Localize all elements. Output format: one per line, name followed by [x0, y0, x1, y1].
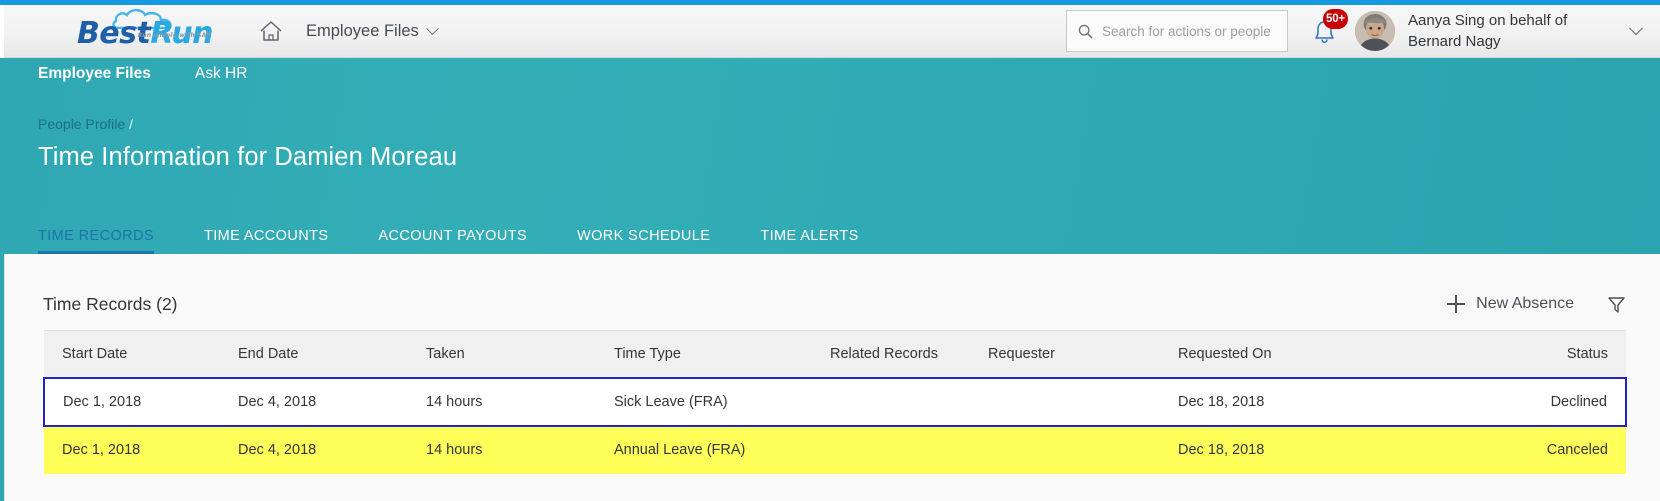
cell-end-date: Dec 4, 2018	[220, 376, 408, 427]
cell-related-records	[812, 376, 970, 427]
page-title: Time Information for Damien Moreau	[38, 143, 458, 171]
cell-status: Declined	[1392, 376, 1627, 427]
cell-time-type: Annual Leave (FRA)	[596, 425, 812, 474]
column-header-end-date[interactable]: End Date	[220, 330, 408, 378]
cell-status: Canceled	[1392, 425, 1626, 474]
notification-badge: 50+	[1323, 9, 1348, 29]
breadcrumb-people-profile[interactable]: People Profile	[38, 116, 125, 132]
tab-time-alerts[interactable]: TIME ALERTS	[760, 228, 858, 254]
tab-time-accounts[interactable]: TIME ACCOUNTS	[204, 228, 328, 254]
subnav-item-ask-hr[interactable]: Ask HR	[195, 65, 248, 83]
chevron-down-icon	[425, 21, 439, 35]
home-icon[interactable]	[258, 18, 284, 44]
table-header: Start Date End Date Taken Time Type Rela…	[44, 330, 1626, 378]
tab-work-schedule[interactable]: WORK SCHEDULE	[577, 228, 710, 254]
column-header-related-records[interactable]: Related Records	[812, 330, 970, 378]
cell-related-records	[812, 425, 970, 474]
sub-navigation: Employee Files Ask HR	[38, 65, 247, 83]
notifications-button[interactable]: 50+	[1309, 9, 1348, 48]
panel-header: Time Records (2) New Absence	[5, 278, 1660, 330]
search-box[interactable]	[1066, 10, 1288, 52]
filter-icon[interactable]	[1606, 294, 1626, 314]
cell-requested-on: Dec 18, 2018	[1160, 425, 1392, 474]
cell-requested-on: Dec 18, 2018	[1160, 376, 1392, 427]
user-menu-chevron-down-icon[interactable]	[1628, 21, 1644, 39]
new-absence-label: New Absence	[1476, 295, 1574, 312]
logo-tagline: Run simple with SAP	[137, 32, 212, 39]
table-body: Dec 1, 2018 Dec 4, 2018 14 hours Sick Le…	[43, 376, 1627, 474]
cell-start-date: Dec 1, 2018	[43, 376, 220, 427]
bestrun-logo[interactable]: BestRun Run simple with SAP	[70, 7, 220, 55]
shell-header: BestRun Run simple with SAP Employee Fil…	[4, 5, 1660, 58]
cell-taken: 14 hours	[408, 425, 596, 474]
app-menu-employee-files[interactable]: Employee Files	[306, 21, 439, 41]
breadcrumb: People Profile /	[38, 116, 133, 132]
search-input[interactable]	[1101, 23, 1276, 39]
column-header-status[interactable]: Status	[1392, 330, 1626, 378]
time-records-table: Start Date End Date Taken Time Type Rela…	[43, 330, 1627, 474]
tab-bar: TIME RECORDS TIME ACCOUNTS ACCOUNT PAYOU…	[38, 228, 909, 254]
column-header-requested-on[interactable]: Requested On	[1160, 330, 1392, 378]
plus-icon	[1447, 295, 1466, 313]
new-absence-button[interactable]: New Absence	[1447, 295, 1574, 313]
column-header-start-date[interactable]: Start Date	[44, 330, 220, 378]
table-row[interactable]: Dec 1, 2018 Dec 4, 2018 14 hours Annual …	[44, 425, 1626, 474]
tab-time-records[interactable]: TIME RECORDS	[38, 228, 154, 254]
column-header-time-type[interactable]: Time Type	[596, 330, 812, 378]
search-icon	[1078, 24, 1093, 38]
cell-requester	[970, 376, 1160, 427]
cell-end-date: Dec 4, 2018	[220, 425, 408, 474]
logo-wordmark: BestRun Run simple with SAP	[77, 19, 214, 49]
table-row[interactable]: Dec 1, 2018 Dec 4, 2018 14 hours Sick Le…	[43, 376, 1627, 427]
table-header-row: Start Date End Date Taken Time Type Rela…	[44, 330, 1626, 378]
cell-start-date: Dec 1, 2018	[44, 425, 220, 474]
column-header-taken[interactable]: Taken	[408, 330, 596, 378]
tab-account-payouts[interactable]: ACCOUNT PAYOUTS	[378, 228, 527, 254]
subnav-item-employee-files[interactable]: Employee Files	[38, 65, 151, 83]
panel-title: Time Records (2)	[43, 293, 178, 314]
user-avatar[interactable]	[1355, 11, 1395, 51]
cell-taken: 14 hours	[408, 376, 596, 427]
cell-requester	[970, 425, 1160, 474]
application-window: BestRun Run simple with SAP Employee Fil…	[0, 0, 1660, 501]
cell-time-type: Sick Leave (FRA)	[596, 376, 812, 427]
breadcrumb-separator: /	[129, 116, 134, 132]
page-hero-band: Employee Files Ask HR People Profile / T…	[4, 58, 1660, 254]
time-records-panel: Time Records (2) New Absence Start Date	[4, 254, 1660, 501]
user-name-label: Aanya Sing on behalf of Bernard Nagy	[1408, 12, 1568, 50]
app-menu-label: Employee Files	[306, 21, 419, 40]
column-header-requester[interactable]: Requester	[970, 330, 1160, 378]
